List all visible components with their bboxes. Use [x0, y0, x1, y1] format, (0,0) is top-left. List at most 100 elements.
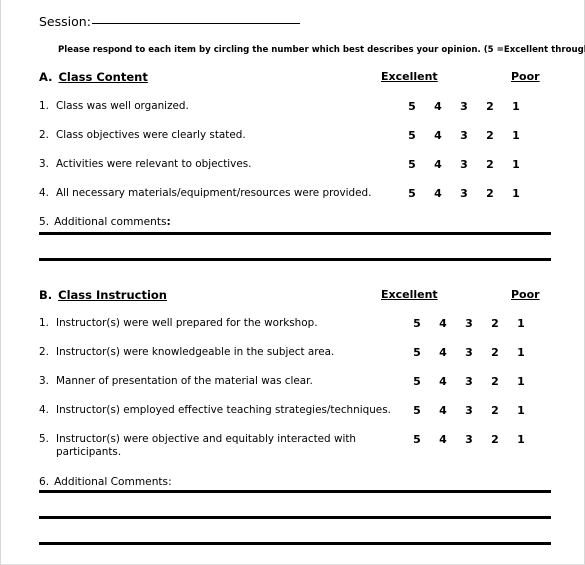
rating-option-5[interactable]: 5 [399, 129, 425, 142]
rating-option-4[interactable]: 4 [430, 404, 456, 417]
rating-option-1[interactable]: 1 [508, 375, 534, 388]
comments-text-b: Additional Comments [54, 476, 169, 488]
rating-option-2[interactable]: 2 [482, 404, 508, 417]
rating-option-3[interactable]: 3 [456, 375, 482, 388]
rating-option-1[interactable]: 1 [503, 100, 529, 113]
rating-option-4[interactable]: 4 [430, 433, 456, 446]
question-text: Instructor(s) employed effective teachin… [56, 404, 391, 416]
rating-option-4[interactable]: 4 [425, 158, 451, 171]
rating-scale: 54321 [404, 317, 534, 330]
scale-header-poor-a: Poor [511, 70, 540, 83]
additional-comments-label-b: 6. Additional Comments: [39, 476, 172, 488]
rating-scale: 54321 [399, 187, 529, 200]
question-text: Manner of presentation of the material w… [56, 375, 313, 387]
rating-scale: 54321 [404, 433, 534, 446]
question-text: Activities were relevant to objectives. [56, 158, 252, 170]
additional-comments-label-a: 5. Additional comments: [39, 216, 171, 228]
comment-line-b-3[interactable] [39, 542, 551, 545]
comments-number-a: 5. [39, 216, 50, 228]
rating-option-3[interactable]: 3 [451, 187, 477, 200]
rating-option-4[interactable]: 4 [430, 375, 456, 388]
question-number: 2. [39, 346, 49, 358]
rating-scale: 54321 [404, 346, 534, 359]
rating-option-1[interactable]: 1 [503, 187, 529, 200]
rating-option-5[interactable]: 5 [399, 158, 425, 171]
section-header-b: B. Class Instruction [39, 288, 551, 302]
rating-option-4[interactable]: 4 [425, 187, 451, 200]
rating-option-5[interactable]: 5 [404, 346, 430, 359]
rating-scale: 54321 [404, 404, 534, 417]
comments-text-a: Additional comments [54, 216, 167, 228]
scale-header-poor-b: Poor [511, 288, 540, 301]
rating-option-1[interactable]: 1 [508, 433, 534, 446]
rating-option-2[interactable]: 2 [482, 317, 508, 330]
rating-option-2[interactable]: 2 [477, 100, 503, 113]
rating-option-2[interactable]: 2 [477, 187, 503, 200]
question-text: Class objectives were clearly stated. [56, 129, 246, 141]
scale-header-excellent-a: Excellent [381, 70, 438, 83]
rating-option-2[interactable]: 2 [482, 346, 508, 359]
rating-scale: 54321 [399, 158, 529, 171]
evaluation-form-page: Session: Please respond to each item by … [0, 0, 585, 565]
rating-scale: 54321 [404, 375, 534, 388]
question-text: Instructor(s) were well prepared for the… [56, 317, 318, 329]
question-number: 1. [39, 100, 49, 112]
rating-option-1[interactable]: 1 [508, 346, 534, 359]
section-a-title: Class Content [58, 70, 148, 84]
rating-option-3[interactable]: 3 [456, 346, 482, 359]
rating-option-3[interactable]: 3 [451, 100, 477, 113]
question-number: 3. [39, 375, 49, 387]
comments-colon-b: : [168, 476, 172, 488]
rating-option-5[interactable]: 5 [399, 187, 425, 200]
question-number: 5. [39, 433, 49, 445]
rating-option-3[interactable]: 3 [451, 158, 477, 171]
instructions-text: Please respond to each item by circling … [58, 45, 585, 55]
question-number: 3. [39, 158, 49, 170]
rating-option-5[interactable]: 5 [404, 375, 430, 388]
comment-line-b-1[interactable] [39, 490, 551, 493]
section-b-title: Class Instruction [58, 288, 167, 302]
comment-line-a-2[interactable] [39, 258, 551, 261]
rating-option-2[interactable]: 2 [482, 433, 508, 446]
comment-line-b-2[interactable] [39, 516, 551, 519]
session-input-line[interactable] [91, 23, 300, 24]
rating-option-5[interactable]: 5 [399, 100, 425, 113]
rating-option-3[interactable]: 3 [456, 404, 482, 417]
rating-option-1[interactable]: 1 [508, 317, 534, 330]
comment-line-a-1[interactable] [39, 232, 551, 235]
rating-option-4[interactable]: 4 [430, 346, 456, 359]
section-a-letter: A. [39, 70, 53, 84]
question-number: 1. [39, 317, 49, 329]
rating-option-5[interactable]: 5 [404, 433, 430, 446]
rating-option-3[interactable]: 3 [456, 317, 482, 330]
question-text: Class was well organized. [56, 100, 189, 112]
question-number: 4. [39, 404, 49, 416]
rating-option-4[interactable]: 4 [425, 100, 451, 113]
rating-option-3[interactable]: 3 [451, 129, 477, 142]
question-number: 4. [39, 187, 49, 199]
rating-option-1[interactable]: 1 [503, 129, 529, 142]
rating-option-2[interactable]: 2 [477, 158, 503, 171]
rating-option-3[interactable]: 3 [456, 433, 482, 446]
scale-header-excellent-b: Excellent [381, 288, 438, 301]
rating-option-1[interactable]: 1 [503, 158, 529, 171]
rating-option-4[interactable]: 4 [430, 317, 456, 330]
question-text: All necessary materials/equipment/resour… [56, 187, 372, 199]
question-number: 2. [39, 129, 49, 141]
comments-colon-a: : [166, 216, 171, 228]
rating-scale: 54321 [399, 100, 529, 113]
rating-option-2[interactable]: 2 [477, 129, 503, 142]
rating-scale: 54321 [399, 129, 529, 142]
section-header-a: A. Class Content [39, 70, 551, 84]
section-b-letter: B. [39, 288, 53, 302]
session-label: Session: [39, 14, 91, 29]
rating-option-2[interactable]: 2 [482, 375, 508, 388]
question-text: Instructor(s) were objective and equitab… [56, 433, 357, 458]
rating-option-5[interactable]: 5 [404, 317, 430, 330]
comments-number-b: 6. [39, 476, 50, 488]
question-text: Instructor(s) were knowledgeable in the … [56, 346, 335, 358]
rating-option-1[interactable]: 1 [508, 404, 534, 417]
rating-option-5[interactable]: 5 [404, 404, 430, 417]
rating-option-4[interactable]: 4 [425, 129, 451, 142]
session-field-row: Session: [39, 14, 300, 29]
